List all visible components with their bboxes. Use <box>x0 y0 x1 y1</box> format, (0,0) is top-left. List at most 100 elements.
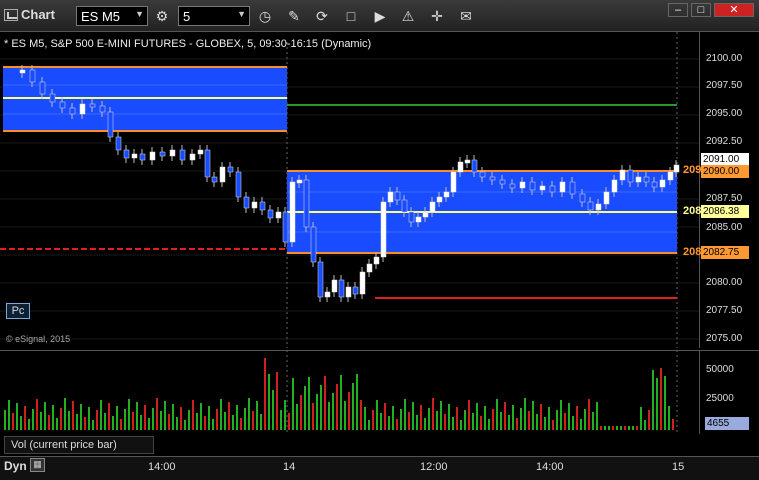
time-tick: 12:00 <box>420 461 448 473</box>
chevron-down-icon[interactable]: ▼ <box>237 9 246 19</box>
volume-bar <box>192 400 194 430</box>
volume-bar <box>384 403 386 430</box>
volume-bar <box>164 401 166 430</box>
volume-bar <box>264 358 266 430</box>
candle-body <box>227 166 234 173</box>
volume-bar <box>108 403 110 430</box>
volume-bar <box>420 405 422 430</box>
volume-bar <box>132 412 134 430</box>
volume-bar <box>360 400 362 430</box>
candle-body <box>635 176 642 183</box>
candle-body <box>471 159 478 173</box>
volume-bar <box>644 420 646 430</box>
interval-value: 5 <box>183 9 191 24</box>
minimize-button[interactable]: – <box>668 3 688 17</box>
volume-bar <box>48 415 50 430</box>
volume-bar <box>200 403 202 430</box>
volume-bar <box>348 392 350 430</box>
candle-body <box>107 111 114 138</box>
volume-bar <box>28 419 30 430</box>
candle-body <box>251 201 258 209</box>
volume-bar <box>196 413 198 430</box>
midline-cut-label: 208 <box>683 205 702 217</box>
volume-bar <box>608 426 610 430</box>
interval-input[interactable]: 5 ▼ <box>178 6 250 26</box>
volume-bar <box>16 403 18 430</box>
volume-bar <box>564 413 566 430</box>
maximize-button[interactable]: □ <box>691 3 711 17</box>
refresh-icon[interactable]: ⟳ <box>311 6 333 26</box>
chart-title: Chart <box>4 7 55 22</box>
volume-bar <box>456 407 458 430</box>
candle-body <box>324 291 331 298</box>
volume-bar <box>388 416 390 430</box>
candle-body <box>179 149 186 161</box>
volume-bar <box>452 417 454 430</box>
interval-settings-icon[interactable]: ⚙ <box>151 6 173 26</box>
volume-bar <box>464 410 466 430</box>
price-chart-canvas[interactable] <box>0 32 699 348</box>
volume-bar <box>224 412 226 430</box>
close-button[interactable]: ✕ <box>714 3 754 17</box>
clock-icon[interactable]: ◷ <box>254 6 276 26</box>
price-tick: 2095.00 <box>706 108 743 119</box>
volume-bar <box>400 409 402 430</box>
volume-canvas[interactable] <box>0 350 699 434</box>
volume-bar <box>332 393 334 430</box>
volume-bar <box>356 374 358 430</box>
cursor-icon[interactable]: □ <box>340 6 362 26</box>
volume-bar <box>496 399 498 430</box>
volume-bar <box>376 400 378 430</box>
pencil-icon[interactable]: ✎ <box>283 6 305 26</box>
candle-body <box>139 153 146 161</box>
candle-body <box>380 201 387 258</box>
pc-button[interactable]: Pc <box>6 303 30 319</box>
chat-icon[interactable]: ✉ <box>455 6 477 26</box>
volume-bar <box>208 406 210 430</box>
volume-bar <box>160 411 162 430</box>
volume-study-label[interactable]: Vol (current price bar) <box>4 436 154 454</box>
volume-bar <box>284 400 286 430</box>
chevron-down-icon[interactable]: ▼ <box>135 9 144 19</box>
volume-bar <box>80 404 82 430</box>
candle-body <box>673 164 680 173</box>
candle-body <box>443 191 450 198</box>
time-axis[interactable] <box>0 456 759 480</box>
volume-bar <box>68 411 70 430</box>
time-tick: 14:00 <box>148 461 176 473</box>
volume-bar <box>104 413 106 430</box>
candle-body <box>509 183 516 189</box>
candle-body <box>131 153 138 159</box>
symbol-input[interactable]: ES M5 ▼ <box>76 6 148 26</box>
volume-bar <box>88 407 90 430</box>
volume-bar <box>84 417 86 430</box>
volume-bar <box>152 408 154 430</box>
candle-body <box>345 286 352 298</box>
volume-bar <box>484 406 486 430</box>
candle-body <box>99 105 106 113</box>
candle-body <box>296 179 303 184</box>
play-icon[interactable]: ▶ <box>369 6 391 26</box>
dyn-label[interactable]: Dyn <box>4 459 27 473</box>
volume-bar <box>512 405 514 430</box>
price-tick: 2087.50 <box>706 193 743 204</box>
volume-bar <box>148 418 150 430</box>
scale-icon[interactable]: ▦ <box>30 458 45 472</box>
volume-bar <box>596 402 598 430</box>
volume-bar <box>216 409 218 430</box>
volume-bar <box>220 399 222 430</box>
candle-body <box>394 191 401 201</box>
warning-icon[interactable]: ⚠ <box>397 6 419 26</box>
crosshair-icon[interactable]: ✛ <box>426 6 448 26</box>
candle-body <box>659 179 666 188</box>
candle-body <box>123 149 130 159</box>
candle-body <box>415 216 422 223</box>
candle-body <box>197 149 204 155</box>
volume-bar <box>60 408 62 430</box>
volume-bar <box>300 395 302 430</box>
volume-bar <box>244 408 246 430</box>
volume-bar <box>660 368 662 430</box>
candle-body <box>366 263 373 273</box>
candle-body <box>243 196 250 209</box>
volume-bar <box>324 376 326 430</box>
